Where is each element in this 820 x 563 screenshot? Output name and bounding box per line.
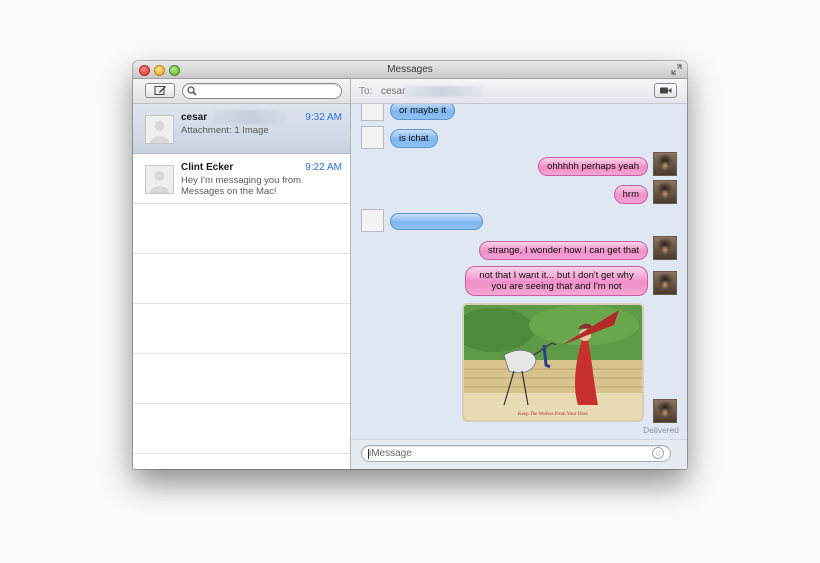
avatar — [145, 165, 174, 194]
compose-button[interactable] — [145, 83, 175, 98]
text-caret — [368, 449, 369, 459]
to-label: To: — [359, 86, 373, 97]
user-avatar — [653, 152, 677, 176]
empty-list-row — [133, 354, 350, 404]
conversation-list: cesar 9:32 AM Attachment: 1 Image Clint … — [133, 104, 350, 454]
empty-list-row — [133, 254, 350, 304]
emoji-icon[interactable] — [652, 447, 664, 459]
image-attachment[interactable]: Keep The Wolves From Your Door — [462, 303, 644, 422]
empty-list-row — [133, 404, 350, 454]
sent-message[interactable]: not that I want it... but I don't get wh… — [465, 266, 648, 296]
window-title: Messages — [387, 64, 433, 75]
message-input-placeholder: iMessage — [369, 448, 412, 459]
person-silhouette-icon — [150, 171, 169, 193]
empty-list-row — [133, 304, 350, 354]
video-call-button[interactable] — [654, 83, 677, 98]
contact-name: Clint Ecker — [181, 162, 234, 173]
contact-avatar — [361, 209, 384, 232]
postcard-caption: Keep The Wolves From Your Door — [518, 412, 588, 417]
chat-pane: To: cesar or maybe it is ichat ohhhhh pe… — [351, 79, 687, 469]
conversation-item-clint-ecker[interactable]: Clint Ecker 9:22 AM Hey I'm messaging yo… — [133, 154, 350, 204]
user-avatar — [653, 399, 677, 423]
redaction-blur — [403, 86, 483, 97]
contact-avatar — [361, 126, 384, 149]
received-message-redacted[interactable] — [390, 213, 483, 230]
recipient-bar[interactable]: To: cesar — [351, 79, 687, 104]
person-silhouette-icon — [150, 121, 169, 143]
search-input[interactable] — [182, 83, 342, 99]
conversation-time: 9:32 AM — [305, 112, 342, 123]
fullscreen-icon[interactable] — [671, 64, 682, 75]
video-camera-icon — [660, 87, 672, 94]
avatar — [145, 115, 174, 144]
title-bar[interactable]: Messages — [133, 61, 687, 79]
sidebar-toolbar — [133, 79, 350, 104]
conversation-sidebar: cesar 9:32 AM Attachment: 1 Image Clint … — [133, 79, 351, 469]
recipient-name[interactable]: cesar — [381, 86, 405, 97]
conversation-preview: Hey I'm messaging you from Messages on t… — [181, 175, 302, 197]
empty-list-row — [133, 204, 350, 254]
message-transcript[interactable]: or maybe it is ichat ohhhhh perhaps yeah… — [351, 104, 687, 439]
contact-name: cesar — [181, 112, 208, 123]
messages-window: Messages cesar 9:32 AM Attachment: 1 Ima… — [133, 61, 687, 469]
user-avatar — [653, 236, 677, 260]
postcard-image: Keep The Wolves From Your Door — [464, 305, 642, 420]
received-message[interactable]: is ichat — [390, 129, 438, 148]
sent-message[interactable]: hrm — [613, 185, 648, 204]
conversation-preview: Attachment: 1 Image — [181, 125, 269, 136]
redaction-blur — [213, 110, 287, 124]
search-icon — [187, 86, 197, 96]
conversation-item-cesar[interactable]: cesar 9:32 AM Attachment: 1 Image — [133, 104, 350, 154]
message-input[interactable]: iMessage — [361, 445, 671, 462]
compose-icon — [154, 86, 166, 95]
sent-message[interactable]: ohhhhh perhaps yeah — [538, 157, 648, 176]
user-avatar — [653, 180, 677, 204]
contact-avatar — [361, 104, 384, 121]
delivery-status: Delivered — [643, 425, 679, 435]
compose-area: iMessage — [351, 439, 687, 469]
user-avatar — [653, 271, 677, 295]
conversation-time: 9:22 AM — [305, 162, 342, 173]
sent-message[interactable]: strange, I wonder how I can get that — [478, 241, 648, 260]
received-message[interactable]: or maybe it — [390, 104, 455, 120]
